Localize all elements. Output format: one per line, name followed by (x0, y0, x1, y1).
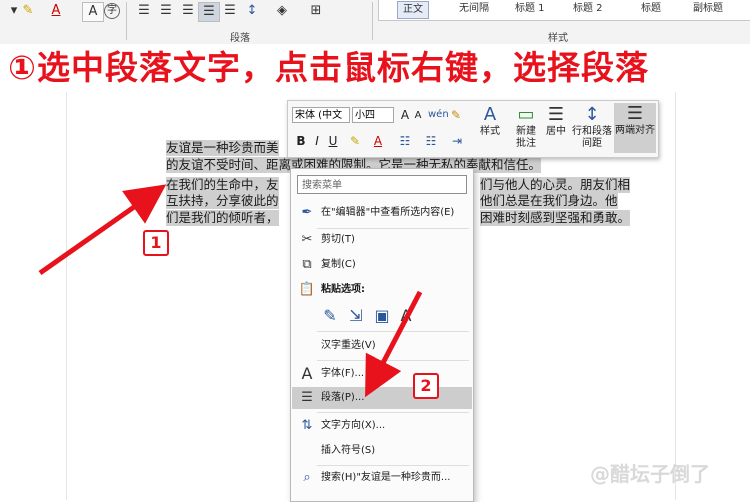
arrow-2 (365, 290, 423, 398)
arrow-1 (38, 184, 167, 276)
watermark: @醋坛子倒了 (590, 462, 710, 486)
step-badge-1: 1 (143, 230, 169, 256)
step-badge-2: 2 (413, 373, 439, 399)
annotation-arrows (38, 184, 423, 398)
